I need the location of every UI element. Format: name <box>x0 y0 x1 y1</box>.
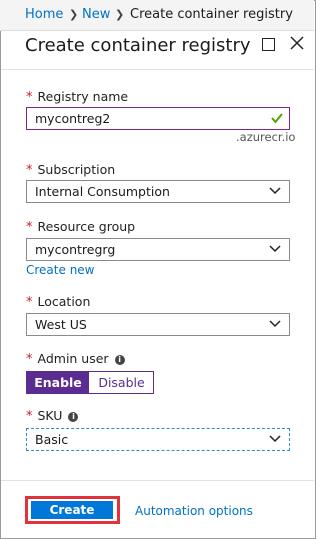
subscription-select[interactable]: Internal Consumption <box>26 180 290 203</box>
admin-user-label-text: Admin user <box>37 351 109 366</box>
subscription-value: Internal Consumption <box>35 184 170 199</box>
resource-group-value: mycontregrg <box>35 242 116 257</box>
registry-name-value: mycontreg2 <box>35 111 111 126</box>
chevron-right-icon: ❯ <box>115 8 125 21</box>
sku-select[interactable]: Basic <box>26 428 290 451</box>
create-new-link[interactable]: Create new <box>26 263 95 277</box>
registry-name-label: * Registry name <box>26 89 128 105</box>
page-title: Create container registry <box>25 35 251 56</box>
info-icon[interactable]: i <box>68 412 79 422</box>
subscription-label: * Subscription <box>26 162 115 178</box>
required-asterisk: * <box>26 352 33 367</box>
chevron-down-icon <box>269 435 281 443</box>
resource-group-label-text: Resource group <box>37 219 136 234</box>
close-icon[interactable] <box>289 35 305 51</box>
chevron-down-icon <box>269 187 281 195</box>
create-button[interactable]: Create <box>31 501 113 519</box>
checkmark-icon <box>271 113 283 124</box>
registry-name-label-text: Registry name <box>37 89 129 104</box>
divider <box>1 480 314 481</box>
required-asterisk: * <box>26 409 33 424</box>
registry-domain-suffix: .azurecr.io <box>236 130 296 144</box>
breadcrumb-home-link[interactable]: Home <box>25 7 63 22</box>
required-asterisk: * <box>26 220 33 235</box>
sku-label: * SKU i <box>26 408 79 424</box>
breadcrumb-new-link[interactable]: New <box>82 7 110 22</box>
location-label: * Location <box>26 294 90 310</box>
breadcrumb-current: Create container registry <box>130 7 293 22</box>
required-asterisk: * <box>26 163 33 178</box>
automation-options-link[interactable]: Automation options <box>135 504 253 518</box>
location-value: West US <box>35 317 87 332</box>
required-asterisk: * <box>26 90 33 105</box>
resource-group-label: * Resource group <box>26 219 135 235</box>
admin-user-label: * Admin user i <box>26 351 125 367</box>
chevron-down-icon <box>269 320 281 328</box>
chevron-down-icon <box>269 245 281 253</box>
subscription-label-text: Subscription <box>37 162 116 177</box>
maximize-icon[interactable] <box>262 38 275 51</box>
location-label-text: Location <box>37 294 91 309</box>
resource-group-select[interactable]: mycontregrg <box>26 238 290 261</box>
chevron-right-icon: ❯ <box>69 8 79 21</box>
divider <box>1 69 314 70</box>
admin-user-toggle: Enable Disable <box>26 371 154 394</box>
info-icon[interactable]: i <box>114 355 125 365</box>
registry-name-input[interactable]: mycontreg2 <box>26 107 290 130</box>
enable-option[interactable]: Enable <box>27 372 89 393</box>
location-select[interactable]: West US <box>26 313 290 336</box>
sku-label-text: SKU <box>37 408 63 423</box>
breadcrumb: Home ❯ New ❯ Create container registry <box>0 0 314 31</box>
disable-option[interactable]: Disable <box>90 372 153 393</box>
sku-value: Basic <box>35 432 69 447</box>
required-asterisk: * <box>26 295 33 310</box>
